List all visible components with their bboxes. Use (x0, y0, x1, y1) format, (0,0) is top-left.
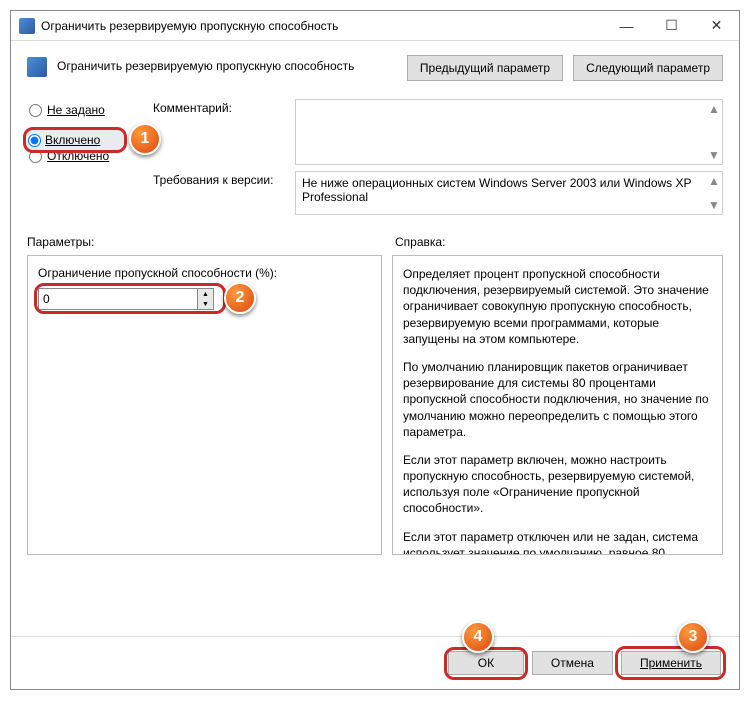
cancel-button[interactable]: Отмена (532, 651, 613, 675)
spinner-down-icon[interactable]: ▼ (198, 299, 213, 309)
footer: ОК Отмена Применить (11, 636, 739, 689)
bandwidth-input[interactable] (38, 288, 198, 310)
spinner-arrows[interactable]: ▲ ▼ (198, 288, 214, 310)
params-label: Параметры: (27, 235, 385, 249)
help-panel: Определяет процент пропускной способност… (392, 255, 723, 555)
textarea-scrollbar-icon: ▲▼ (708, 102, 720, 162)
radio-not-configured-label: Не задано (47, 103, 105, 117)
annotation-badge-2: 2 (224, 282, 256, 314)
ok-button-wrap: ОК (448, 651, 524, 675)
req-scrollbar-icon: ▲▼ (708, 174, 720, 212)
help-p4: Если этот параметр отключен или не задан… (403, 529, 716, 555)
comment-label: Комментарий: (153, 99, 283, 165)
radio-enabled-label: Включено (45, 133, 100, 147)
close-button[interactable]: ✕ (694, 11, 739, 40)
help-p1: Определяет процент пропускной способност… (403, 266, 716, 347)
radio-enabled-input[interactable] (28, 134, 41, 147)
comment-textarea[interactable]: ▲▼ (295, 99, 723, 165)
header-row: Ограничить резервируемую пропускную спос… (27, 55, 723, 81)
window-title: Ограничить резервируемую пропускную спос… (41, 19, 604, 33)
bandwidth-spinner[interactable]: ▲ ▼ 2 (38, 288, 218, 310)
apply-button-wrap: Применить (621, 651, 721, 675)
help-p2: По умолчанию планировщик пакетов огранич… (403, 359, 716, 440)
params-panel: Ограничение пропускной способности (%): … (27, 255, 382, 555)
config-row: Не задано Отключено Комментарий: ▲▼ (27, 99, 723, 221)
header-policy-icon (27, 57, 47, 77)
annotation-badge-1: 1 (129, 123, 161, 155)
panels-row: Ограничение пропускной способности (%): … (27, 255, 723, 555)
apply-button[interactable]: Применить (621, 651, 721, 675)
annotation-badge-4: 4 (462, 621, 494, 653)
dialog-window: Ограничить резервируемую пропускную спос… (10, 10, 740, 690)
policy-icon (19, 18, 35, 34)
section-labels: Параметры: Справка: (27, 235, 723, 249)
help-text: Определяет процент пропускной способност… (403, 266, 716, 555)
maximize-button[interactable]: ☐ (649, 11, 694, 40)
requirements-text: Не ниже операционных систем Windows Serv… (302, 176, 691, 204)
minimize-button[interactable]: — (604, 11, 649, 40)
content-area: Ограничить резервируемую пропускную спос… (11, 41, 739, 569)
radio-not-configured-input[interactable] (29, 104, 42, 117)
ok-button[interactable]: ОК (448, 651, 524, 675)
policy-title: Ограничить резервируемую пропускную спос… (57, 55, 397, 73)
bandwidth-limit-label: Ограничение пропускной способности (%): (38, 266, 375, 280)
titlebar: Ограничить резервируемую пропускную спос… (11, 11, 739, 41)
radio-group: Не задано Отключено (27, 99, 137, 221)
next-setting-button[interactable]: Следующий параметр (573, 55, 723, 81)
annotation-badge-3: 3 (677, 621, 709, 653)
help-label: Справка: (395, 235, 445, 249)
spinner-up-icon[interactable]: ▲ (198, 289, 213, 299)
previous-setting-button[interactable]: Предыдущий параметр (407, 55, 563, 81)
radio-not-configured[interactable]: Не задано (27, 99, 137, 121)
requirements-box: Не ниже операционных систем Windows Serv… (295, 171, 723, 215)
form-column: Комментарий: ▲▼ Требования к версии: Не … (153, 99, 723, 221)
requirements-label: Требования к версии: (153, 171, 283, 215)
help-p3: Если этот параметр включен, можно настро… (403, 452, 716, 517)
radio-enabled[interactable]: Включено (23, 127, 127, 153)
